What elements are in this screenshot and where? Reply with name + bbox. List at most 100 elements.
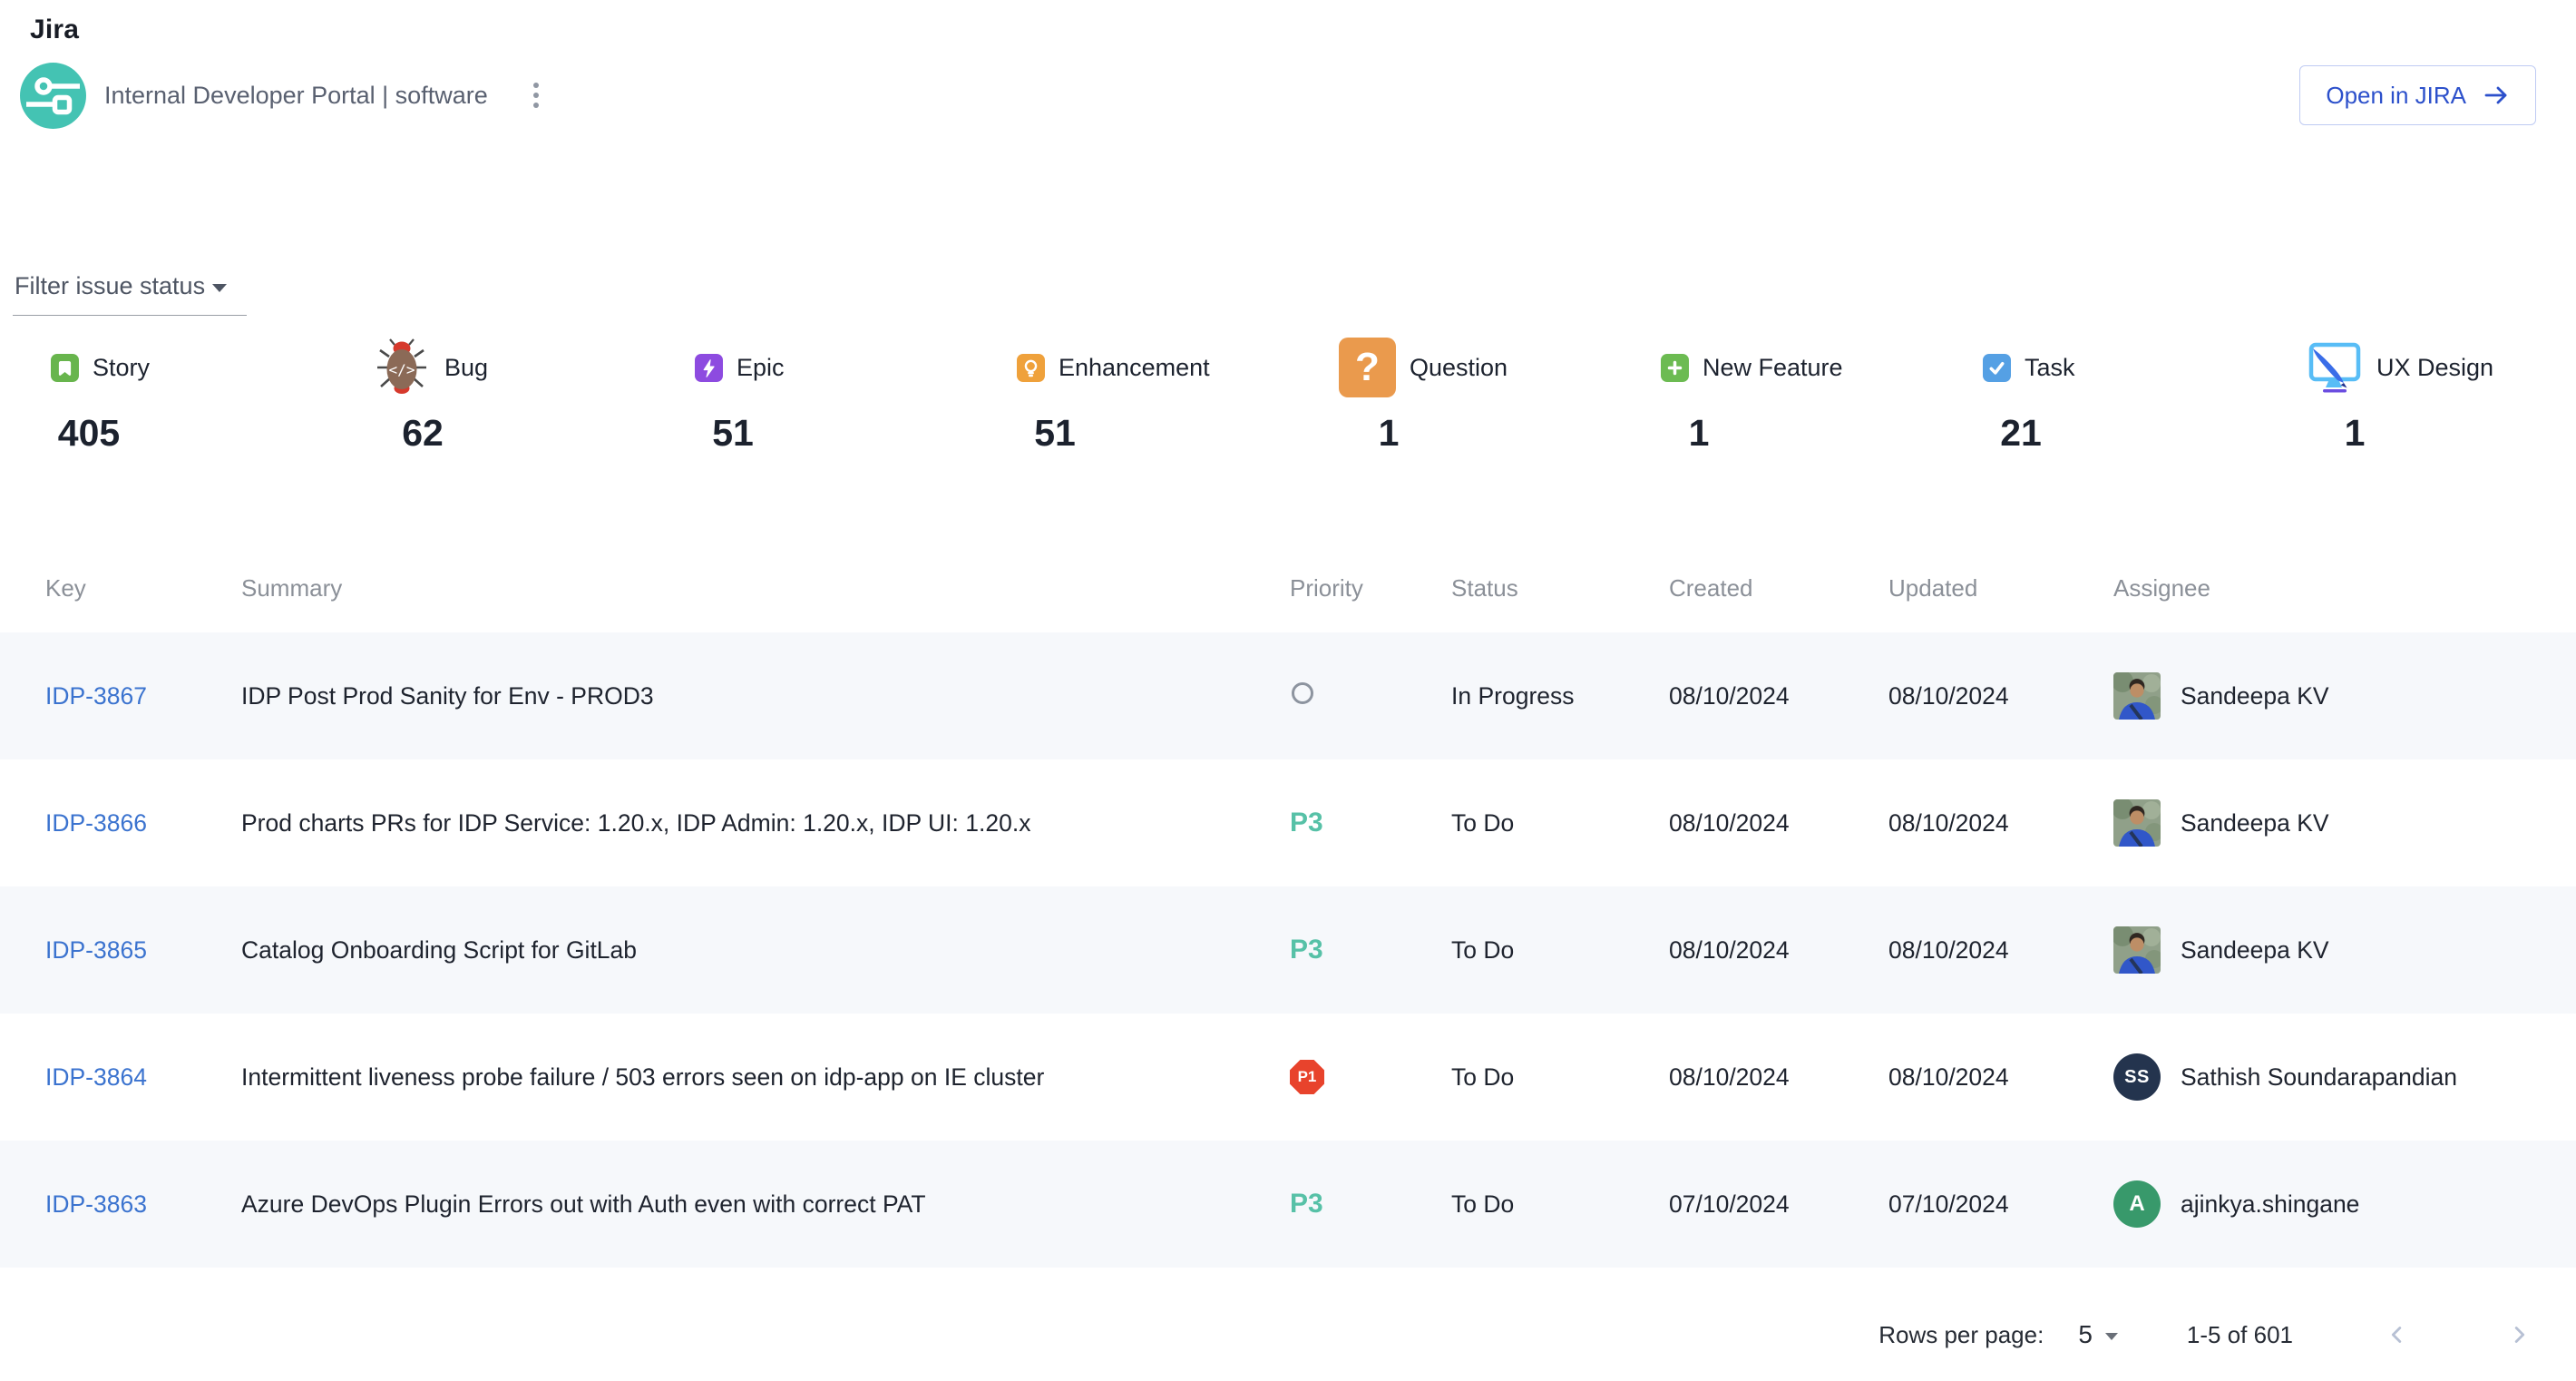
arrow-right-icon bbox=[2483, 83, 2510, 107]
question-icon bbox=[1339, 338, 1396, 397]
issues-table: Key Summary Priority Status Created Upda… bbox=[0, 544, 2576, 1268]
avatar: A bbox=[2113, 1180, 2161, 1228]
issue-status: To Do bbox=[1451, 1190, 1669, 1219]
chevron-down-icon bbox=[212, 284, 227, 292]
avatar bbox=[2113, 799, 2161, 847]
avatar: SS bbox=[2113, 1053, 2161, 1101]
assignee-name: Sathish Soundarapandian bbox=[2181, 1063, 2457, 1092]
issue-created: 08/10/2024 bbox=[1669, 936, 1888, 965]
stat-count: 51 bbox=[695, 412, 771, 455]
filter-issue-status-select[interactable]: Filter issue status bbox=[13, 272, 247, 316]
stat-label: Story bbox=[93, 354, 150, 382]
column-header-created[interactable]: Created bbox=[1669, 574, 1888, 602]
story-icon bbox=[51, 354, 79, 382]
assignee-name: ajinkya.shingane bbox=[2181, 1190, 2359, 1219]
open-in-jira-button[interactable]: Open in JIRA bbox=[2299, 65, 2536, 125]
table-row: IDP-3864 Intermittent liveness probe fai… bbox=[0, 1014, 2576, 1141]
column-header-status[interactable]: Status bbox=[1451, 574, 1669, 602]
issue-key-link[interactable]: IDP-3865 bbox=[45, 936, 147, 964]
chevron-right-icon bbox=[2505, 1321, 2532, 1348]
stat-label: Enhancement bbox=[1059, 354, 1210, 382]
issue-status: To Do bbox=[1451, 936, 1669, 965]
epic-icon bbox=[695, 354, 723, 382]
pagination-range: 1-5 of 601 bbox=[2187, 1321, 2293, 1349]
enhancement-icon bbox=[1017, 354, 1045, 382]
pagination-bar: Rows per page: 5 1-5 of 601 bbox=[0, 1268, 2576, 1375]
table-row: IDP-3863 Azure DevOps Plugin Errors out … bbox=[0, 1141, 2576, 1268]
chevron-left-icon bbox=[2384, 1321, 2411, 1348]
next-page-button[interactable] bbox=[2502, 1317, 2536, 1352]
kebab-menu-icon bbox=[533, 83, 539, 108]
stat-count: 62 bbox=[373, 412, 473, 455]
issue-status: In Progress bbox=[1451, 682, 1669, 710]
issue-created: 07/10/2024 bbox=[1669, 1190, 1888, 1219]
stat-label: Epic bbox=[737, 354, 785, 382]
stat-count: 21 bbox=[1983, 412, 2059, 455]
stat-count: 1 bbox=[2305, 412, 2405, 455]
stat-label: Bug bbox=[444, 354, 488, 382]
issue-created: 08/10/2024 bbox=[1669, 1063, 1888, 1092]
table-header-row: Key Summary Priority Status Created Upda… bbox=[0, 544, 2576, 632]
rows-per-page-value: 5 bbox=[2078, 1320, 2093, 1349]
issue-summary: Azure DevOps Plugin Errors out with Auth… bbox=[241, 1190, 1290, 1219]
issue-key-link[interactable]: IDP-3866 bbox=[45, 809, 147, 837]
issue-status: To Do bbox=[1451, 1063, 1669, 1092]
stat-ux-design: UX Design 1 bbox=[2254, 336, 2576, 455]
entity-menu-button[interactable] bbox=[526, 75, 546, 115]
issue-key-link[interactable]: IDP-3867 bbox=[45, 682, 147, 710]
issue-key-link[interactable]: IDP-3864 bbox=[45, 1063, 147, 1091]
stat-label: Task bbox=[2025, 354, 2075, 382]
stat-enhancement: Enhancement 51 bbox=[966, 336, 1288, 455]
avatar bbox=[2113, 672, 2161, 720]
stat-story: Story 405 bbox=[0, 336, 322, 455]
column-header-key[interactable]: Key bbox=[45, 574, 241, 602]
filter-issue-status-label: Filter issue status bbox=[15, 272, 205, 300]
stat-task: Task 21 bbox=[1932, 336, 2254, 455]
previous-page-button[interactable] bbox=[2380, 1317, 2415, 1352]
issue-updated: 07/10/2024 bbox=[1888, 1190, 2113, 1219]
stat-count: 405 bbox=[51, 412, 127, 455]
issue-updated: 08/10/2024 bbox=[1888, 1063, 2113, 1092]
entity-title: Internal Developer Portal | software bbox=[104, 82, 488, 110]
column-header-assignee[interactable]: Assignee bbox=[2113, 574, 2576, 602]
jira-plugin-page: Jira Internal Developer Portal | softwar… bbox=[0, 0, 2576, 1381]
priority-p3-icon: P3 bbox=[1290, 808, 1323, 837]
new-feature-icon bbox=[1661, 354, 1689, 382]
issue-created: 08/10/2024 bbox=[1669, 809, 1888, 837]
entity-logo-icon bbox=[20, 63, 86, 129]
page-title: Jira bbox=[30, 15, 2551, 45]
table-row: IDP-3865 Catalog Onboarding Script for G… bbox=[0, 886, 2576, 1014]
svg-text:</>: </> bbox=[389, 361, 415, 378]
stat-count: 51 bbox=[1017, 412, 1093, 455]
assignee-name: Sandeepa KV bbox=[2181, 936, 2329, 965]
issue-summary: Catalog Onboarding Script for GitLab bbox=[241, 936, 1290, 965]
column-header-updated[interactable]: Updated bbox=[1888, 574, 2113, 602]
open-in-jira-label: Open in JIRA bbox=[2326, 82, 2466, 110]
issue-summary: Prod charts PRs for IDP Service: 1.20.x,… bbox=[241, 809, 1290, 837]
priority-p1-icon: P1 bbox=[1290, 1060, 1324, 1094]
stat-bug: </> Bug 62 bbox=[322, 336, 644, 455]
issue-updated: 08/10/2024 bbox=[1888, 936, 2113, 965]
stat-question: Question 1 bbox=[1288, 336, 1610, 455]
stat-label: Question bbox=[1410, 354, 1508, 382]
table-row: IDP-3867 IDP Post Prod Sanity for Env - … bbox=[0, 632, 2576, 759]
rows-per-page-select[interactable]: 5 bbox=[2078, 1320, 2118, 1349]
issue-key-link[interactable]: IDP-3863 bbox=[45, 1190, 147, 1218]
column-header-summary[interactable]: Summary bbox=[241, 574, 1290, 602]
stat-epic: Epic 51 bbox=[644, 336, 966, 455]
assignee-name: Sandeepa KV bbox=[2181, 682, 2329, 710]
stat-label: New Feature bbox=[1703, 354, 1843, 382]
stat-new-feature: New Feature 1 bbox=[1610, 336, 1932, 455]
column-header-priority[interactable]: Priority bbox=[1290, 574, 1451, 602]
priority-p3-icon: P3 bbox=[1290, 1189, 1323, 1219]
ux-design-icon bbox=[2305, 339, 2363, 396]
issue-updated: 08/10/2024 bbox=[1888, 682, 2113, 710]
issue-status: To Do bbox=[1451, 809, 1669, 837]
priority-none-icon bbox=[1292, 682, 1313, 704]
stat-count: 1 bbox=[1661, 412, 1737, 455]
assignee-name: Sandeepa KV bbox=[2181, 809, 2329, 837]
avatar bbox=[2113, 926, 2161, 974]
issue-type-stats: Story 405 </> bbox=[0, 336, 2576, 455]
table-row: IDP-3866 Prod charts PRs for IDP Service… bbox=[0, 759, 2576, 886]
task-icon bbox=[1983, 354, 2011, 382]
